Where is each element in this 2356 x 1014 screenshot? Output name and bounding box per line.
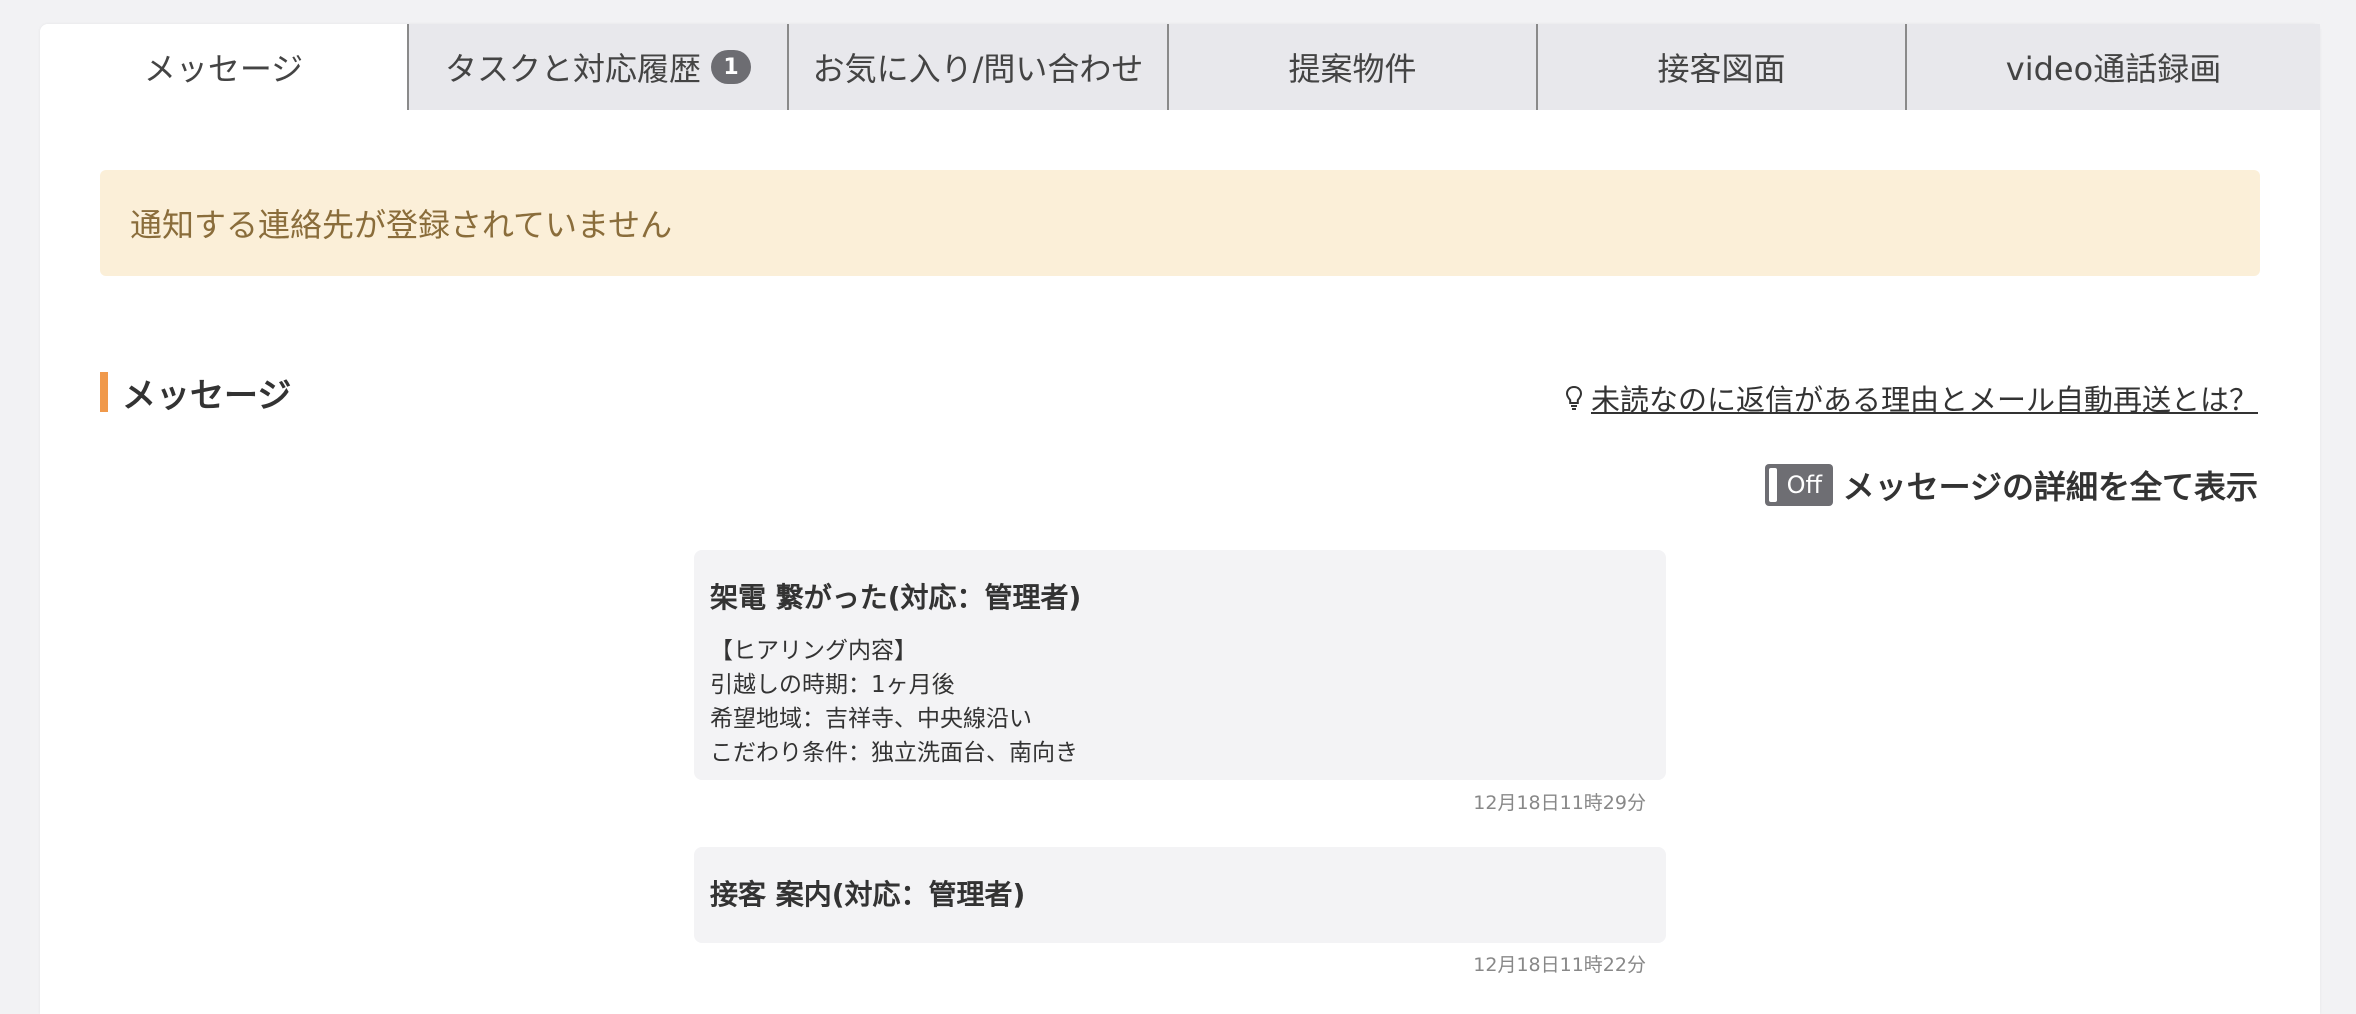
warning-alert: 通知する連絡先が登録されていません [100,170,2260,276]
toggle-state: Off [1786,471,1823,499]
message-timestamp: 12月18日11時22分 [1473,954,1646,976]
message-card: 架電 繋がった(対応：管理者) 【ヒアリング内容】 引越しの時期：1ヶ月後 希望… [694,550,1666,780]
tab-label: video通話録画 [2005,50,2222,88]
tab-bar: メッセージ タスクと対応履歴 1 お気に入り/問い合わせ 提案物件 接客図面 v… [40,24,2320,110]
details-toggle-switch[interactable]: Off [1764,464,1833,506]
tab-label: タスクと対応履歴 [444,50,701,88]
tab-video-recordings[interactable]: video通話録画 [1905,24,2320,110]
message-title: 架電 繋がった(対応：管理者) [710,581,1082,614]
tab-proposed-properties[interactable]: 提案物件 [1167,24,1536,110]
tab-label: メッセージ [143,50,304,88]
tab-floor-plans[interactable]: 接客図面 [1536,24,1905,110]
section-title: メッセージ [122,375,292,416]
alert-text: 通知する連絡先が登録されていません [130,206,673,244]
message-body: 【ヒアリング内容】 引越しの時期：1ヶ月後 希望地域：吉祥寺、中央線沿い こだわ… [710,634,1650,770]
message-card: 接客 案内(対応：管理者) [694,847,1666,943]
lightbulb-icon [1565,385,1582,410]
help-link[interactable]: 未読なのに返信がある理由とメール自動再送とは？ [1565,377,2258,419]
message-timestamp: 12月18日11時29分 [1473,792,1646,814]
details-toggle-row: Off メッセージの詳細を全て表示 [1764,462,2258,508]
count-badge: 1 [711,50,751,84]
toggle-label: メッセージの詳細を全て表示 [1842,468,2258,506]
tab-label: 接客図面 [1657,50,1786,88]
message-line: 希望地域：吉祥寺、中央線沿い [710,706,1032,732]
tab-label: 提案物件 [1288,50,1417,88]
message-title: 接客 案内(対応：管理者) [710,878,1026,911]
section-header: メッセージ [100,372,291,416]
toggle-knob [1768,468,1777,502]
message-line: 【ヒアリング内容】 [710,638,917,664]
message-line: 引越しの時期：1ヶ月後 [710,672,955,698]
tab-messages[interactable]: メッセージ [40,24,407,110]
message-line: こだわり条件：独立洗面台、南向き [710,740,1078,766]
tab-label: お気に入り/問い合わせ [812,50,1144,88]
tab-tasks-history[interactable]: タスクと対応履歴 1 [407,24,787,110]
help-link-text[interactable]: 未読なのに返信がある理由とメール自動再送とは？ [1591,377,2258,419]
section-accent-bar [100,372,108,412]
tab-favorites-inquiries[interactable]: お気に入り/問い合わせ [787,24,1167,110]
